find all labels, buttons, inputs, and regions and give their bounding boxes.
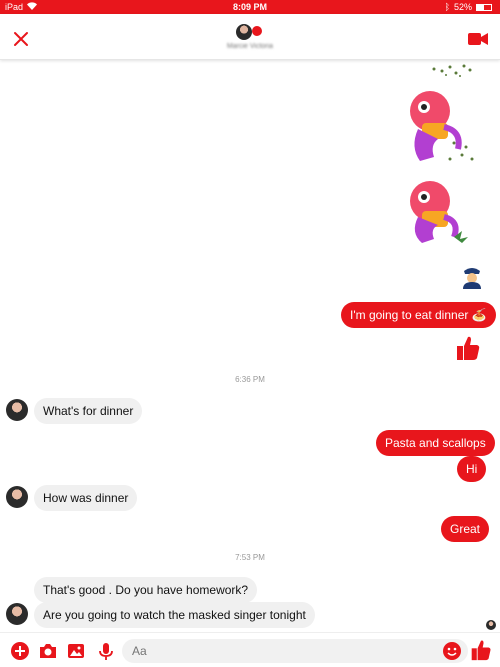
battery-percent: 52% xyxy=(453,2,472,12)
thumbs-up-icon[interactable] xyxy=(456,335,480,361)
message-outgoing[interactable]: I'm going to eat dinner 🍝 xyxy=(341,302,496,328)
active-badge-icon xyxy=(252,26,262,36)
contact-avatar[interactable] xyxy=(236,24,252,40)
video-call-icon[interactable] xyxy=(468,32,488,46)
message-list[interactable]: I'm going to eat dinner 🍝 6:36 PM What's… xyxy=(0,61,500,632)
camera-icon[interactable] xyxy=(38,641,58,661)
bluetooth-icon: ᛒ xyxy=(444,2,450,12)
avatar[interactable] xyxy=(6,399,28,421)
contact-name[interactable]: Marcie Victoria xyxy=(0,43,500,50)
status-bar: iPad 8:09 PM ᛒ 52% xyxy=(0,0,500,14)
message-outgoing[interactable]: Pasta and scallops xyxy=(376,430,495,456)
sticker[interactable] xyxy=(404,85,480,167)
message-incoming[interactable]: How was dinner xyxy=(34,485,138,511)
battery-icon xyxy=(476,3,492,11)
timestamp: 6:36 PM xyxy=(235,375,265,384)
avatar[interactable] xyxy=(6,603,28,625)
message-outgoing[interactable]: Hi xyxy=(457,456,487,482)
sticker[interactable] xyxy=(404,177,480,247)
emoji-icon[interactable] xyxy=(442,641,462,661)
timestamp: 7:53 PM xyxy=(235,553,265,562)
conversation-header: Marcie Victoria xyxy=(0,14,500,60)
status-right: ᛒ 52% xyxy=(445,2,492,12)
microphone-icon[interactable] xyxy=(96,641,116,661)
gallery-icon[interactable] xyxy=(66,641,86,661)
clock: 8:09 PM xyxy=(232,2,267,12)
battery-fill xyxy=(477,4,485,10)
thumbs-up-icon[interactable] xyxy=(470,639,492,661)
seen-indicator-avatar xyxy=(486,620,496,630)
message-incoming[interactable]: That's good . Do you have homework? xyxy=(34,577,258,603)
message-incoming[interactable]: Are you going to watch the masked singer… xyxy=(34,602,315,628)
composer-bar xyxy=(0,632,500,667)
sticker-confetti-icon xyxy=(432,64,472,77)
message-outgoing[interactable]: Great xyxy=(441,516,490,542)
plus-icon[interactable] xyxy=(10,641,30,661)
police-officer-emoji xyxy=(463,268,481,289)
message-input[interactable] xyxy=(122,639,468,663)
message-incoming[interactable]: What's for dinner xyxy=(34,398,143,424)
avatar[interactable] xyxy=(6,486,28,508)
